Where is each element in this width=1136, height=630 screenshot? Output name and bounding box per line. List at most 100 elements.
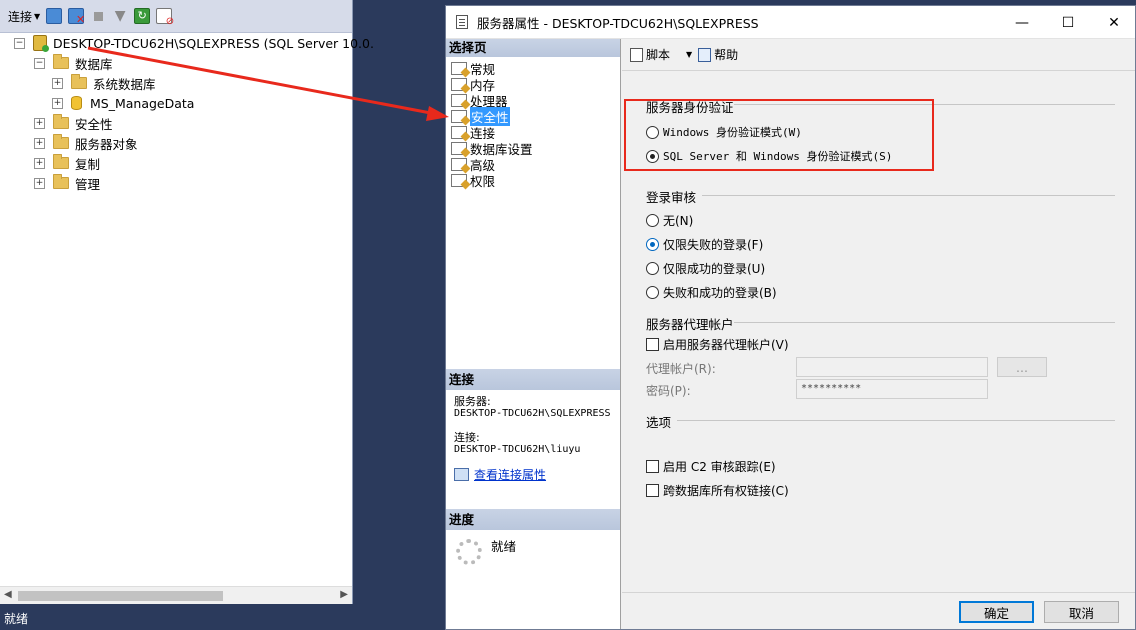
tree-node-server[interactable]: − DESKTOP-TDCU62H\SQLEXPRESS (SQL Server… <box>14 33 374 53</box>
tree-label-replication: 复制 <box>75 156 101 172</box>
expand-icon[interactable]: + <box>34 177 45 189</box>
proxy-account-label: 代理帐户(R): <box>646 362 716 376</box>
server-label: 服务器: <box>454 395 491 408</box>
checkbox-icon <box>646 484 659 497</box>
auth-mixed-label: SQL Server 和 Windows 身份验证模式(S) <box>663 150 893 163</box>
tree-label-databases: 数据库 <box>75 56 113 72</box>
scrollbar-thumb[interactable] <box>18 591 223 601</box>
connect-dropdown[interactable]: 连接 ▼ <box>8 7 40 25</box>
tree-label-system-databases: 系统数据库 <box>93 76 156 92</box>
audit-none-radio[interactable]: 无(N) <box>646 212 693 229</box>
script-dropdown-icon[interactable]: ▼ <box>686 50 692 59</box>
tree-node-security[interactable]: + 安全性 <box>34 113 113 133</box>
enable-proxy-label: 启用服务器代理帐户(V) <box>663 338 789 352</box>
help-icon <box>698 47 712 62</box>
dialog-window-icon <box>456 15 468 29</box>
cancel-button[interactable]: 取消 <box>1044 601 1119 623</box>
proxy-account-field[interactable] <box>796 357 988 377</box>
expand-icon[interactable]: + <box>34 157 45 169</box>
expand-icon[interactable]: + <box>34 117 45 129</box>
audit-failed-label: 仅限失败的登录(F) <box>663 238 764 252</box>
radio-icon <box>646 125 659 139</box>
tree-label-management: 管理 <box>75 176 101 192</box>
folder-icon <box>53 134 69 149</box>
dropdown-arrow-icon: ▼ <box>34 11 41 21</box>
connection-label: 连接: <box>454 431 480 444</box>
connection-value: DESKTOP-TDCU62H\liuyu <box>454 444 581 455</box>
folder-icon <box>53 114 69 129</box>
scroll-left-icon[interactable]: ◀ <box>4 589 12 600</box>
cross-db-chaining-checkbox[interactable]: 跨数据库所有权链接(C) <box>646 482 789 499</box>
page-icon <box>451 93 467 107</box>
divider <box>734 322 1115 323</box>
page-icon <box>451 61 467 75</box>
tree-node-server-objects[interactable]: + 服务器对象 <box>34 133 138 153</box>
radio-icon <box>646 149 659 163</box>
properties-icon <box>454 468 469 481</box>
status-bar: 就绪 <box>4 612 29 626</box>
ok-button[interactable]: 确定 <box>959 601 1034 623</box>
page-icon <box>451 157 467 171</box>
select-page-header: 选择页 <box>446 39 620 57</box>
dialog-left-pane: 选择页 常规 内存 处理器 安全性 连接 数据库设置 高级 权限 连接 服务器:… <box>446 39 621 629</box>
progress-header: 进度 <box>446 509 620 530</box>
tree-node-databases[interactable]: − 数据库 <box>34 53 113 73</box>
c2-audit-checkbox[interactable]: 启用 C2 审核跟踪(E) <box>646 458 776 475</box>
audit-both-radio[interactable]: 失败和成功的登录(B) <box>646 284 777 301</box>
connection-header: 连接 <box>446 369 620 390</box>
expand-icon[interactable]: + <box>52 97 63 109</box>
tree-node-database[interactable]: + MS_ManageData <box>52 93 194 113</box>
proxy-password-field[interactable]: ********** <box>796 379 988 399</box>
dialog-titlebar: 服务器属性 - DESKTOP-TDCU62H\SQLEXPRESS — ☐ ✕ <box>446 6 1135 39</box>
audit-success-label: 仅限成功的登录(U) <box>663 262 766 276</box>
collapse-icon[interactable]: − <box>34 57 45 69</box>
help-label: 帮助 <box>714 48 739 62</box>
tree-node-replication[interactable]: + 复制 <box>34 153 100 173</box>
help-button[interactable]: 帮助 <box>698 46 738 63</box>
cross-db-chaining-label: 跨数据库所有权链接(C) <box>663 484 789 498</box>
stop-icon[interactable] <box>90 7 106 25</box>
audit-failed-radio[interactable]: 仅限失败的登录(F) <box>646 236 763 253</box>
link-label: 查看连接属性 <box>474 467 547 482</box>
browse-proxy-button[interactable]: ... <box>997 357 1047 377</box>
refresh-icon[interactable]: ↻ <box>134 7 151 25</box>
tree-label-database: MS_ManageData <box>90 95 195 111</box>
auth-mixed-radio[interactable]: SQL Server 和 Windows 身份验证模式(S) <box>646 148 892 164</box>
divider <box>702 195 1115 196</box>
server-properties-dialog: 服务器属性 - DESKTOP-TDCU62H\SQLEXPRESS — ☐ ✕… <box>445 5 1136 630</box>
connect-label: 连接 <box>8 9 33 24</box>
connect-icon[interactable] <box>46 7 63 25</box>
script-button[interactable]: 脚本 <box>630 46 670 63</box>
folder-icon <box>53 54 69 69</box>
enable-proxy-checkbox[interactable]: 启用服务器代理帐户(V) <box>646 336 789 353</box>
page-item-permissions[interactable]: 权限 <box>446 172 620 189</box>
filter-icon[interactable]: ▼ <box>112 7 128 25</box>
collapse-icon[interactable]: − <box>14 37 25 49</box>
tree-node-management[interactable]: + 管理 <box>34 173 100 193</box>
maximize-button[interactable]: ☐ <box>1045 6 1091 39</box>
proxy-group-title: 服务器代理帐户 <box>646 317 734 332</box>
progress-spinner-icon <box>456 539 482 565</box>
disconnect-icon[interactable]: ✕ <box>68 7 85 26</box>
audit-group-title: 登录审核 <box>646 190 697 205</box>
expand-icon[interactable]: + <box>52 77 63 89</box>
page-icon <box>451 173 467 187</box>
tree-label-security: 安全性 <box>75 116 113 132</box>
audit-success-radio[interactable]: 仅限成功的登录(U) <box>646 260 765 277</box>
object-explorer: 连接 ▼ ✕ ▼ ↻ ⊘ − DESKTOP-TDCU62H\SQLEXPRESS… <box>0 0 374 604</box>
view-connection-properties-link[interactable]: 查看连接属性 <box>454 468 611 481</box>
script-label: 脚本 <box>646 48 671 62</box>
proxy-password-label: 密码(P): <box>646 384 691 398</box>
expand-icon[interactable]: + <box>34 137 45 149</box>
close-button[interactable]: ✕ <box>1091 6 1136 39</box>
checkbox-icon <box>646 460 659 473</box>
summary-icon[interactable]: ⊘ <box>156 7 174 27</box>
c2-audit-label: 启用 C2 审核跟踪(E) <box>663 460 776 474</box>
page-icon <box>451 125 467 139</box>
radio-icon <box>646 238 659 251</box>
horizontal-scrollbar[interactable]: ◀ ▶ <box>0 586 352 604</box>
tree-node-system-databases[interactable]: + 系统数据库 <box>52 73 156 93</box>
auth-windows-radio[interactable]: Windows 身份验证模式(W) <box>646 124 802 140</box>
minimize-button[interactable]: — <box>999 6 1045 39</box>
scroll-right-icon[interactable]: ▶ <box>340 589 348 600</box>
